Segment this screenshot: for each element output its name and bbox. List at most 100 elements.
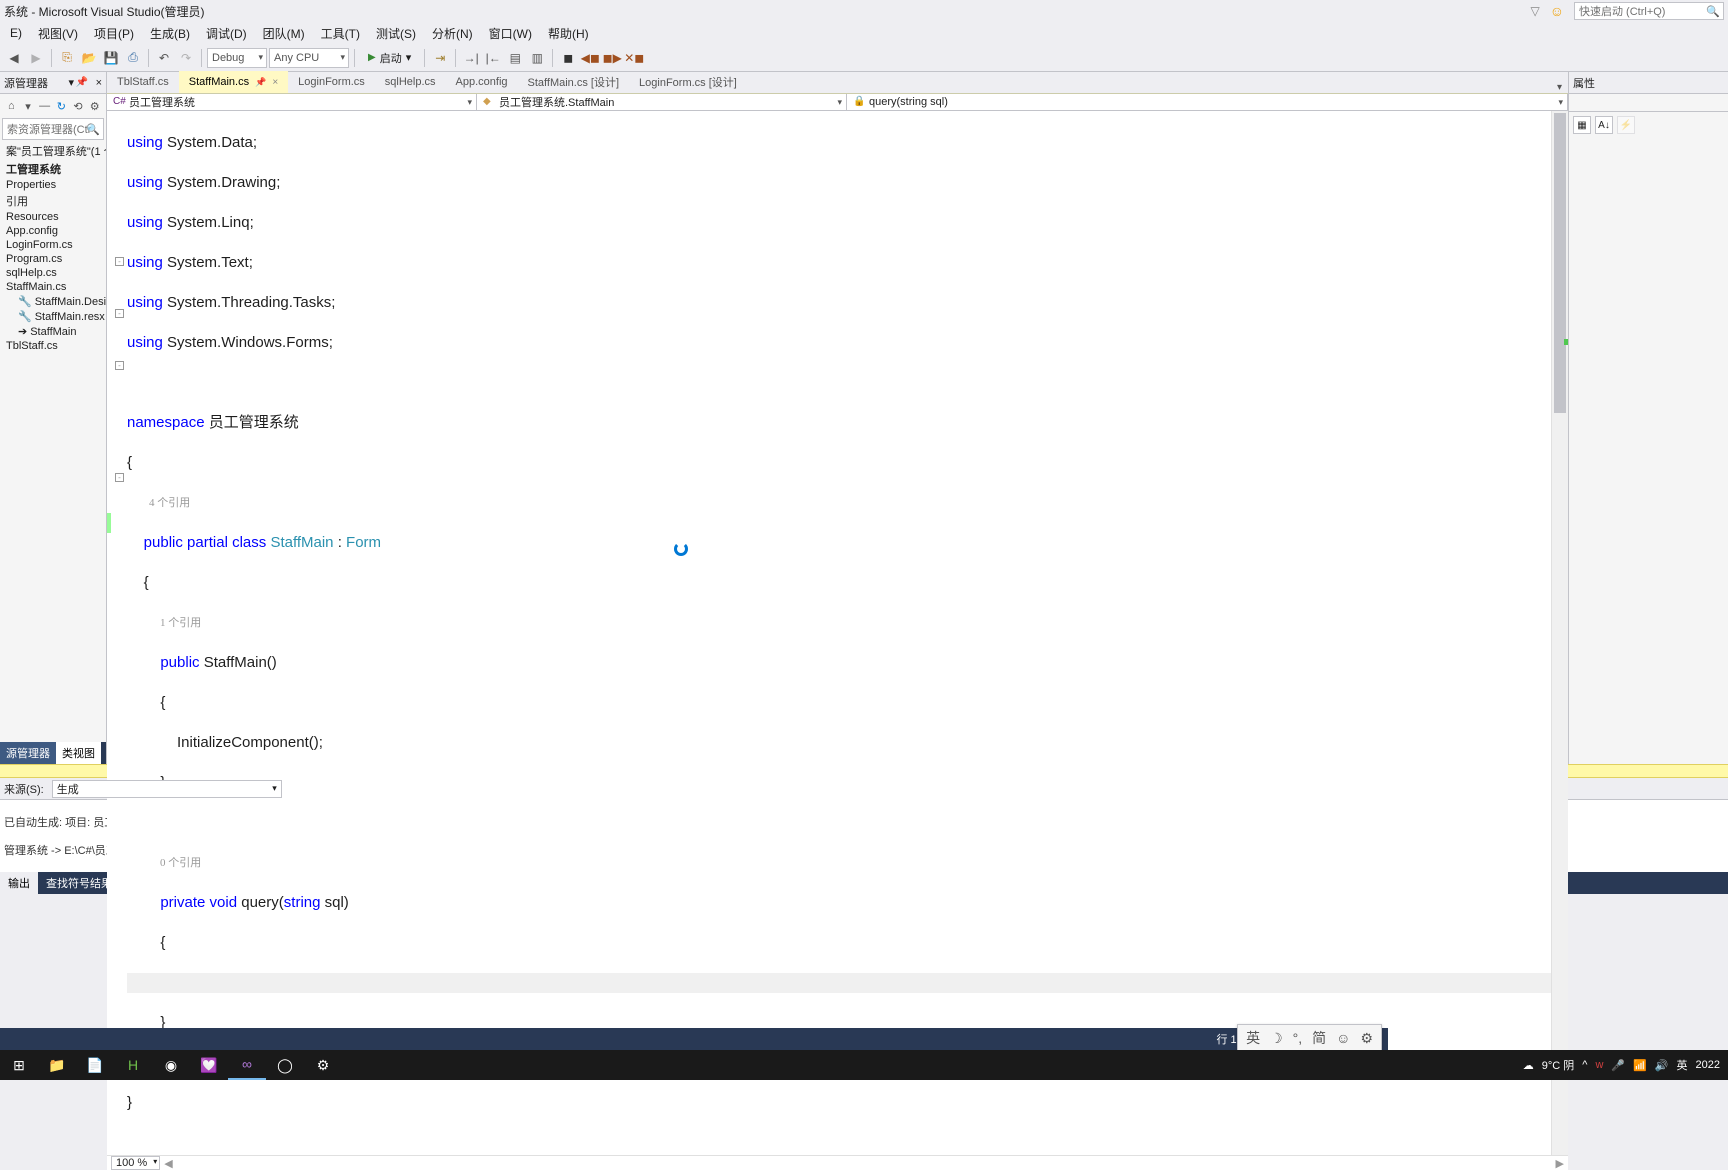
tree-item[interactable]: Properties bbox=[0, 178, 106, 192]
tab-classview[interactable]: 类视图 bbox=[56, 742, 101, 764]
weather-text[interactable]: 9°C 阴 bbox=[1542, 1057, 1575, 1073]
props-icon[interactable]: ⚙ bbox=[87, 98, 102, 114]
code-content[interactable]: using System.Data; using System.Drawing;… bbox=[127, 111, 1551, 1155]
clear-bookmark-icon[interactable]: ✕◼ bbox=[624, 48, 644, 68]
tree-item[interactable]: 引用 bbox=[0, 192, 106, 210]
redo-icon[interactable]: ↷ bbox=[176, 48, 196, 68]
feedback-icon[interactable]: ☺ bbox=[1550, 3, 1564, 19]
visualstudio-icon[interactable]: ∞ bbox=[228, 1050, 266, 1080]
sort-icon[interactable]: A↓ bbox=[1595, 116, 1613, 134]
close-icon[interactable]: × bbox=[96, 77, 102, 89]
code-editor[interactable]: - - - - using System.Data; using System.… bbox=[107, 111, 1568, 1155]
tree-item[interactable]: ➔ StaffMain bbox=[0, 324, 106, 339]
uncomment-icon[interactable]: ▥ bbox=[527, 48, 547, 68]
tab-explorer[interactable]: 源管理器 bbox=[0, 742, 56, 764]
vertical-scrollbar[interactable] bbox=[1551, 111, 1568, 1155]
step-icon[interactable]: ⇥ bbox=[430, 48, 450, 68]
heart-app-icon[interactable]: 💟 bbox=[190, 1050, 228, 1080]
hscroll-right-icon[interactable]: ▶ bbox=[1556, 1157, 1564, 1170]
wifi-icon[interactable]: 📶 bbox=[1633, 1059, 1647, 1072]
ime-punct-icon[interactable]: °, bbox=[1293, 1030, 1303, 1046]
solution-node[interactable]: 案"员工管理系统"(1 个 bbox=[0, 142, 106, 160]
tree-item[interactable]: StaffMain.cs bbox=[0, 280, 106, 294]
tree-item[interactable]: App.config bbox=[0, 224, 106, 238]
menu-debug[interactable]: 调试(D) bbox=[198, 23, 255, 44]
doc-tab-active[interactable]: StaffMain.cs📌× bbox=[179, 71, 288, 93]
new-project-icon[interactable]: ⎘ bbox=[57, 48, 77, 68]
clock-year[interactable]: 2022 bbox=[1696, 1059, 1720, 1071]
menu-tools[interactable]: 工具(T) bbox=[313, 23, 368, 44]
tab-overflow-icon[interactable]: ▾ bbox=[1551, 82, 1568, 93]
ime-simp[interactable]: 简 bbox=[1312, 1028, 1326, 1048]
doc-tab[interactable]: LoginForm.cs [设计] bbox=[629, 71, 747, 93]
moon-icon[interactable]: ☽ bbox=[1270, 1030, 1283, 1047]
notepad-icon[interactable]: 📄 bbox=[76, 1050, 114, 1080]
tree-item[interactable]: 🔧 StaffMain.Designe bbox=[0, 294, 106, 309]
tray-w-icon[interactable]: w bbox=[1595, 1059, 1603, 1071]
next-bookmark-icon[interactable]: ◼▶ bbox=[602, 48, 622, 68]
categorize-icon[interactable]: ▦ bbox=[1573, 116, 1591, 134]
dash-icon[interactable]: — bbox=[37, 98, 52, 114]
dropdown-icon[interactable]: ▾ bbox=[68, 76, 74, 89]
ime-tray[interactable]: 英 bbox=[1677, 1057, 1688, 1073]
menu-analyze[interactable]: 分析(N) bbox=[424, 23, 481, 44]
chrome-icon[interactable]: ◉ bbox=[152, 1050, 190, 1080]
pin-icon[interactable]: 📌 bbox=[76, 77, 88, 88]
start-icon[interactable]: ⊞ bbox=[0, 1050, 38, 1080]
fold-icon[interactable]: - bbox=[115, 257, 124, 266]
tree-item[interactable]: LoginForm.cs bbox=[0, 238, 106, 252]
quick-launch-input[interactable]: 快速启动 (Ctrl+Q) 🔍 bbox=[1574, 2, 1724, 20]
doc-tab[interactable]: App.config bbox=[446, 71, 518, 93]
menu-view[interactable]: 视图(V) bbox=[30, 23, 86, 44]
config-combo[interactable]: Debug bbox=[207, 48, 267, 68]
prev-bookmark-icon[interactable]: ◀◼ bbox=[580, 48, 600, 68]
doc-tab[interactable]: sqlHelp.cs bbox=[375, 71, 446, 93]
undo-icon[interactable]: ↶ bbox=[154, 48, 174, 68]
tree-item[interactable]: Resources bbox=[0, 210, 106, 224]
obs-icon[interactable]: ◯ bbox=[266, 1050, 304, 1080]
bookmark-icon[interactable]: ◼ bbox=[558, 48, 578, 68]
sync-icon[interactable]: ⟲ bbox=[71, 98, 86, 114]
fold-icon[interactable]: - bbox=[115, 473, 124, 482]
tree-item[interactable]: 🔧 StaffMain.resx bbox=[0, 309, 106, 324]
events-icon[interactable]: ⚡ bbox=[1617, 116, 1635, 134]
doc-tab[interactable]: TblStaff.cs bbox=[107, 71, 179, 93]
pin-icon[interactable]: 📌 bbox=[255, 77, 266, 88]
tree-item[interactable]: TblStaff.cs bbox=[0, 339, 106, 353]
emoji-icon[interactable]: ☺ bbox=[1336, 1030, 1350, 1046]
volume-icon[interactable]: 🔊 bbox=[1655, 1059, 1669, 1072]
fold-icon[interactable]: - bbox=[115, 309, 124, 318]
save-all-icon[interactable]: ⎙ bbox=[123, 48, 143, 68]
menu-window[interactable]: 窗口(W) bbox=[481, 23, 540, 44]
open-icon[interactable]: 📂 bbox=[79, 48, 99, 68]
weather-icon[interactable]: ☁ bbox=[1523, 1059, 1534, 1072]
gear-icon[interactable]: ⚙ bbox=[1360, 1030, 1373, 1047]
menu-team[interactable]: 团队(M) bbox=[255, 23, 313, 44]
nav-fwd-icon[interactable]: ▶ bbox=[26, 48, 46, 68]
menu-file[interactable]: E) bbox=[2, 24, 30, 42]
zoom-combo[interactable]: 100 % bbox=[111, 1156, 160, 1170]
hscroll-left-icon[interactable]: ◀ bbox=[164, 1157, 172, 1170]
outdent-icon[interactable]: |← bbox=[483, 48, 503, 68]
tab-output[interactable]: 输出 bbox=[0, 872, 38, 894]
namespace-combo[interactable]: C#员工管理系统 bbox=[107, 94, 477, 110]
refresh-icon[interactable]: ↻ bbox=[54, 98, 69, 114]
settings-icon[interactable]: ⚙ bbox=[304, 1050, 342, 1080]
app-h-icon[interactable]: H bbox=[114, 1050, 152, 1080]
indent-icon[interactable]: →| bbox=[461, 48, 481, 68]
chevron-up-icon[interactable]: ^ bbox=[1582, 1059, 1587, 1071]
nav-back-icon[interactable]: ◀ bbox=[4, 48, 24, 68]
menu-help[interactable]: 帮助(H) bbox=[540, 23, 597, 44]
tree-item[interactable]: sqlHelp.cs bbox=[0, 266, 106, 280]
platform-combo[interactable]: Any CPU bbox=[269, 48, 349, 68]
explorer-icon[interactable]: 📁 bbox=[38, 1050, 76, 1080]
start-button[interactable]: ▶启动 ▾ bbox=[360, 48, 419, 68]
comment-icon[interactable]: ▤ bbox=[505, 48, 525, 68]
menu-build[interactable]: 生成(B) bbox=[142, 23, 198, 44]
doc-tab[interactable]: LoginForm.cs bbox=[288, 71, 375, 93]
output-src-combo[interactable]: 生成 bbox=[52, 780, 282, 798]
method-combo[interactable]: 🔒query(string sql) bbox=[847, 94, 1568, 110]
menu-test[interactable]: 测试(S) bbox=[368, 23, 424, 44]
ime-bar[interactable]: 英 ☽ °, 简 ☺ ⚙ bbox=[1237, 1024, 1382, 1052]
doc-tab[interactable]: StaffMain.cs [设计] bbox=[518, 71, 630, 93]
